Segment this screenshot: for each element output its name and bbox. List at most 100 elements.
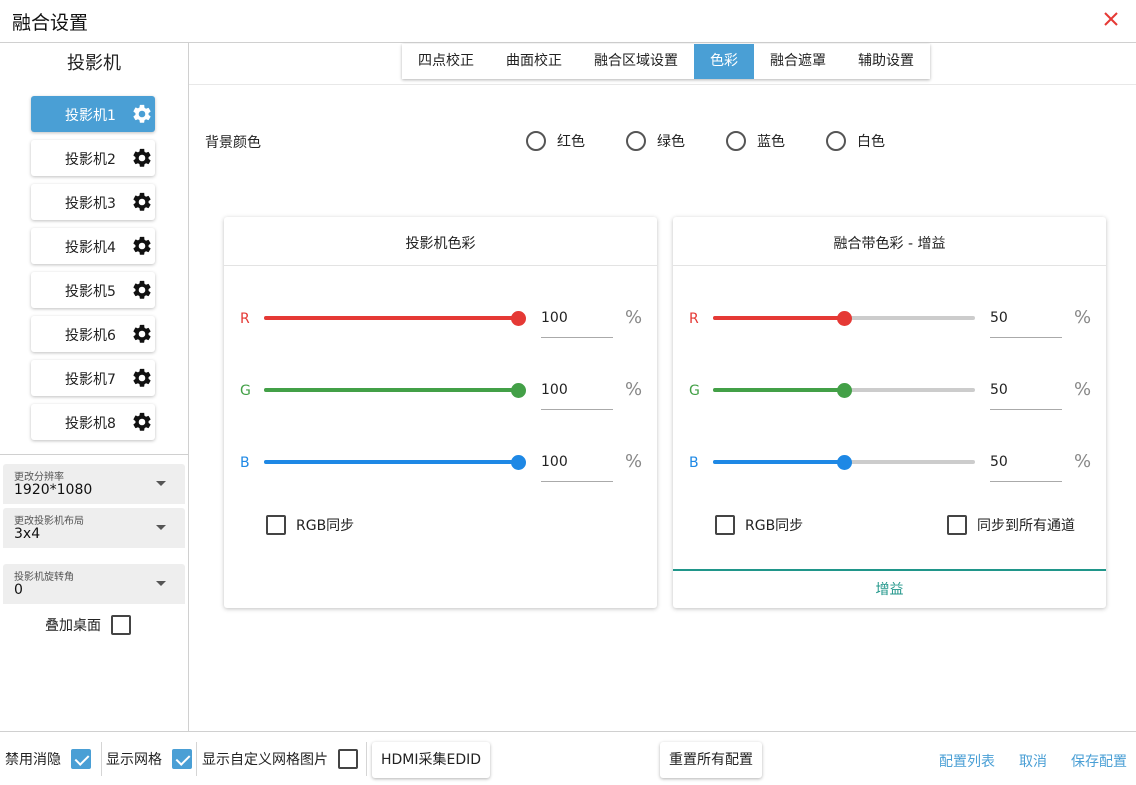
gear-icon[interactable] [131, 191, 153, 213]
channel-label-g: G [240, 383, 251, 399]
projector-button-4[interactable]: 投影机4 [31, 228, 155, 264]
gain-tab-indicator [673, 569, 1106, 571]
gear-icon[interactable] [131, 147, 153, 169]
disable-blank-checkbox[interactable] [71, 749, 91, 769]
rgb-sync-label: RGB同步 [745, 518, 804, 534]
hdmi-edid-button[interactable]: HDMI采集EDID [372, 742, 491, 778]
layout-caption: 更改投影机布局 [14, 516, 84, 527]
close-icon[interactable] [1098, 6, 1124, 32]
value-field-b[interactable]: 100 [541, 454, 613, 482]
slider-r[interactable] [713, 311, 975, 326]
tab-blend-region[interactable]: 融合区域设置 [578, 44, 694, 79]
unit-label: % [1074, 307, 1092, 328]
layout-select[interactable]: 更改投影机布局 3x4 [3, 508, 185, 548]
radio-circle[interactable] [626, 131, 646, 151]
rotation-caption: 投影机旋转角 [14, 572, 74, 583]
blend-color-card: 融合带色彩 - 增益 R 50 % G 50 % B 50 % RGB同步 同步… [673, 217, 1106, 608]
show-grid-label: 显示网格 [106, 752, 162, 768]
show-custom-grid-checkbox[interactable] [338, 749, 358, 769]
slider-g[interactable] [713, 383, 975, 398]
background-color-label: 背景颜色 [205, 135, 261, 151]
projector-button-8[interactable]: 投影机8 [31, 404, 155, 440]
radio-blue[interactable]: 蓝色 [726, 131, 785, 151]
tab-curve[interactable]: 曲面校正 [490, 44, 578, 79]
slider-thumb[interactable] [837, 455, 852, 470]
radio-green[interactable]: 绿色 [626, 131, 685, 151]
value-field-g[interactable]: 50 [990, 382, 1062, 410]
slider-b[interactable] [713, 455, 975, 470]
slider-g[interactable] [264, 383, 526, 398]
radio-white[interactable]: 白色 [826, 131, 885, 151]
radio-red[interactable]: 红色 [526, 131, 585, 151]
gain-tab[interactable]: 增益 [673, 579, 1106, 599]
gear-icon[interactable] [131, 367, 153, 389]
disable-blank-label: 禁用消隐 [5, 752, 61, 768]
slider-thumb[interactable] [837, 383, 852, 398]
slider-thumb[interactable] [511, 383, 526, 398]
rotation-value: 0 [14, 582, 23, 598]
tab-four-point[interactable]: 四点校正 [402, 44, 490, 79]
show-grid-checkbox[interactable] [172, 749, 192, 769]
overlay-desktop-row: 叠加桌面 [45, 614, 131, 636]
radio-circle[interactable] [726, 131, 746, 151]
rgb-sync-checkbox[interactable] [266, 515, 286, 535]
slider-fill [264, 388, 519, 392]
slider-r[interactable] [264, 311, 526, 326]
cancel-button[interactable]: 取消 [1019, 751, 1047, 771]
card-divider [673, 265, 1106, 266]
slider-thumb[interactable] [511, 455, 526, 470]
projector-button-2[interactable]: 投影机2 [31, 140, 155, 176]
radio-circle[interactable] [826, 131, 846, 151]
card-title: 融合带色彩 - 增益 [833, 236, 946, 252]
sync-all-checkbox[interactable] [947, 515, 967, 535]
value-field-r[interactable]: 100 [541, 310, 613, 338]
gear-icon[interactable] [131, 279, 153, 301]
radio-circle[interactable] [526, 131, 546, 151]
rotation-select[interactable]: 投影机旋转角 0 [3, 564, 185, 604]
tab-color[interactable]: 色彩 [694, 44, 754, 79]
sidebar-heading: 投影机 [67, 53, 121, 74]
slider-thumb[interactable] [837, 311, 852, 326]
gear-icon[interactable] [131, 235, 153, 257]
rgb-sync-checkbox[interactable] [715, 515, 735, 535]
card-title: 投影机色彩 [405, 236, 476, 252]
value-field-r[interactable]: 50 [990, 310, 1062, 338]
projector-button-1[interactable]: 投影机1 [31, 96, 155, 132]
gear-icon[interactable] [131, 103, 153, 125]
slider-thumb[interactable] [511, 311, 526, 326]
reset-all-button[interactable]: 重置所有配置 [660, 742, 762, 778]
radio-label: 蓝色 [757, 134, 785, 150]
gear-icon[interactable] [131, 411, 153, 433]
sync-all-label: 同步到所有通道 [977, 518, 1075, 534]
rgb-sync-row: RGB同步 [715, 515, 803, 535]
bottom-bar: 禁用消隐 显示网格 显示自定义网格图片 HDMI采集EDID 重置所有配置 配置… [0, 731, 1136, 785]
slider-b[interactable] [264, 455, 526, 470]
projector-label: 投影机3 [65, 196, 116, 212]
divider [101, 742, 102, 776]
chevron-down-icon [156, 525, 166, 530]
value-field-g[interactable]: 100 [541, 382, 613, 410]
radio-label: 红色 [557, 134, 585, 150]
config-list-button[interactable]: 配置列表 [939, 751, 995, 771]
show-grid-row: 显示网格 [106, 732, 192, 785]
channel-label-g: G [689, 383, 700, 399]
projector-button-6[interactable]: 投影机6 [31, 316, 155, 352]
projector-button-7[interactable]: 投影机7 [31, 360, 155, 396]
resolution-select[interactable]: 更改分辨率 1920*1080 [3, 464, 185, 504]
projector-button-5[interactable]: 投影机5 [31, 272, 155, 308]
projector-button-3[interactable]: 投影机3 [31, 184, 155, 220]
layout-value: 3x4 [14, 526, 41, 542]
gear-icon[interactable] [131, 323, 153, 345]
disable-blank-row: 禁用消隐 [5, 732, 91, 785]
slider-fill [713, 388, 845, 392]
rgb-sync-label: RGB同步 [296, 518, 355, 534]
show-custom-grid-label: 显示自定义网格图片 [202, 752, 328, 768]
tab-blend-mask[interactable]: 融合遮罩 [754, 44, 842, 79]
projector-sidebar: 投影机 投影机1 投影机2 投影机3 投影机4 投影机5 投影机6 投影机7 投… [0, 43, 189, 732]
tab-aux-settings[interactable]: 辅助设置 [842, 44, 930, 79]
unit-label: % [625, 379, 643, 400]
title-bar: 融合设置 [0, 0, 1136, 43]
save-config-button[interactable]: 保存配置 [1071, 751, 1127, 771]
overlay-desktop-checkbox[interactable] [111, 615, 131, 635]
value-field-b[interactable]: 50 [990, 454, 1062, 482]
